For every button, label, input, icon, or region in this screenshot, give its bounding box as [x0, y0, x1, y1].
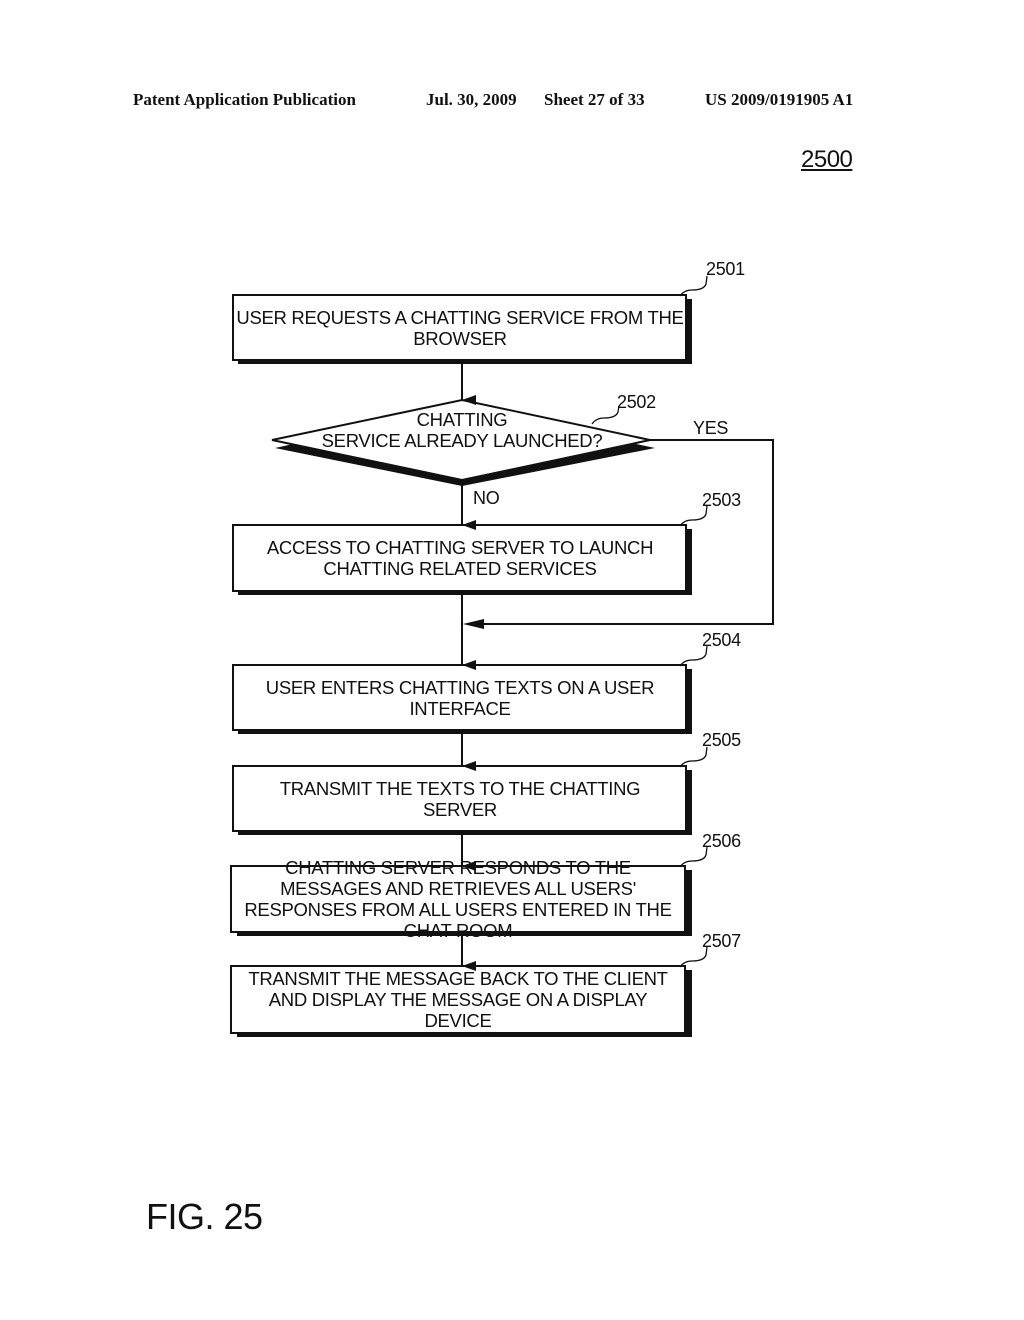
step-2503-text: ACCESS TO CHATTING SERVER TO LAUNCH CHAT… [266, 537, 654, 579]
step-2505-text: TRANSMIT THE TEXTS TO THE CHATTING SERVE… [279, 777, 641, 820]
ref-2501: 2501 [706, 259, 745, 279]
step-2504-text: USER ENTERS CHATTING TEXTS ON A USER INT… [265, 676, 655, 719]
yes-branch-label: YES [693, 418, 729, 438]
ref-2507: 2507 [702, 931, 741, 951]
ref-2503: 2503 [702, 490, 741, 510]
figure-caption: FIG. 25 [146, 1196, 263, 1237]
no-branch-label: NO [473, 488, 500, 508]
flowchart-graphics [230, 275, 774, 1037]
step-2502-text: CHATTING SERVICE ALREADY LAUNCHED? [300, 406, 624, 454]
leader-2501 [679, 275, 708, 297]
ref-2505: 2505 [702, 730, 741, 750]
arrowhead-yes-merge [463, 619, 484, 629]
ref-2506: 2506 [702, 831, 741, 851]
decision-line-2: SERVICE ALREADY LAUNCHED? [321, 430, 603, 451]
decision-line-1: CHATTING [416, 409, 508, 430]
step-2506-text: CHATTING SERVER RESPONDS TO THE MESSAGES… [244, 857, 672, 941]
ref-2504: 2504 [702, 630, 741, 650]
step-2501-text: USER REQUESTS A CHATTING SERVICE FROM TH… [236, 306, 684, 349]
step-2507-text: TRANSMIT THE MESSAGE BACK TO THE CLIENT … [248, 968, 668, 1031]
ref-2502: 2502 [617, 392, 656, 412]
